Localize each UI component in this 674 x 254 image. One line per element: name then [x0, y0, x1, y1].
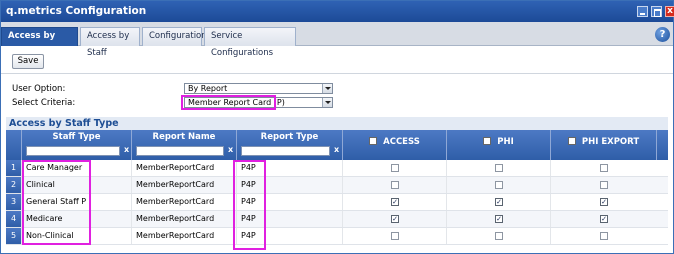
tab-configurations[interactable]: Configurations — [142, 27, 211, 46]
staff-type-filter-clear[interactable]: x — [124, 145, 129, 154]
row-number: 1 — [6, 160, 21, 176]
row-number: 3 — [6, 194, 21, 210]
column-phi[interactable]: PHI — [446, 130, 550, 160]
phi-export-cell: ✓ — [550, 194, 656, 210]
select-criteria-highlight — [181, 95, 276, 110]
phi-export-checkbox[interactable] — [600, 164, 608, 172]
select-criteria-label: Select Criteria: — [12, 98, 76, 108]
report-name-cell: MemberReportCard — [131, 228, 236, 244]
phi-cell — [446, 177, 550, 193]
phi-select-all-checkbox[interactable] — [483, 137, 492, 145]
report-name-cell: MemberReportCard — [131, 211, 236, 227]
table-row[interactable]: 2 Clinical MemberReportCard P4P — [6, 177, 668, 194]
table-row[interactable]: 3 General Staff P MemberReportCard P4P ✓ ✓ ✓ — [6, 194, 668, 211]
phi-checkbox[interactable]: ✓ — [495, 198, 503, 206]
user-option-select[interactable]: By Report — [184, 83, 333, 94]
phi-checkbox[interactable] — [495, 181, 503, 189]
save-button[interactable]: Save — [12, 54, 44, 69]
phi-export-cell — [550, 228, 656, 244]
row-number: 4 — [6, 211, 21, 227]
phi-export-header: PHI EXPORT — [581, 137, 640, 147]
phi-export-checkbox[interactable]: ✓ — [600, 198, 608, 206]
config-window: q.metrics Configuration x Access by Staf… — [0, 0, 674, 254]
row-number: 5 — [6, 228, 21, 244]
row-number-header — [6, 130, 21, 160]
table-row[interactable]: 5 Non-Clinical MemberReportCard P4P — [6, 228, 668, 245]
tab-access-by-staff[interactable]: Access by Staff — [80, 27, 140, 58]
phi-header: PHI — [497, 137, 514, 147]
access-checkbox[interactable]: ✓ — [391, 215, 399, 223]
access-cell: ✓ — [342, 194, 446, 210]
phi-cell — [446, 160, 550, 176]
column-report-type[interactable]: Report Type x — [236, 130, 342, 160]
tab-bar: Access by Staff Type Access by Staff Con… — [1, 22, 673, 58]
report-name-filter-clear[interactable]: x — [228, 145, 233, 154]
report-type-highlight — [233, 160, 266, 250]
table-row[interactable]: 4 Medicare MemberReportCard P4P ✓ ✓ ✓ — [6, 211, 668, 228]
column-phi-export[interactable]: PHI EXPORT — [550, 130, 656, 160]
phi-checkbox[interactable] — [495, 232, 503, 240]
phi-export-checkbox[interactable] — [600, 181, 608, 189]
column-report-name[interactable]: Report Name x — [131, 130, 236, 160]
phi-export-checkbox[interactable] — [600, 232, 608, 240]
access-cell: ✓ — [342, 211, 446, 227]
column-access[interactable]: ACCESS — [342, 130, 446, 160]
access-checkbox[interactable] — [391, 181, 399, 189]
access-cell — [342, 177, 446, 193]
report-name-filter-input[interactable] — [136, 146, 224, 156]
user-option-label: User Option: — [12, 84, 66, 94]
report-type-filter-input[interactable] — [241, 146, 330, 156]
access-header: ACCESS — [383, 137, 420, 147]
report-name-cell: MemberReportCard — [131, 160, 236, 176]
grid-header: Staff Type x Report Name x Report Type x… — [6, 130, 668, 160]
staff-type-highlight — [22, 160, 91, 245]
access-checkbox[interactable]: ✓ — [391, 198, 399, 206]
access-checkbox[interactable] — [391, 232, 399, 240]
chevron-down-icon[interactable] — [322, 84, 332, 93]
maximize-icon[interactable] — [651, 6, 662, 17]
phi-cell — [446, 228, 550, 244]
access-checkbox[interactable] — [391, 164, 399, 172]
close-icon[interactable]: x — [665, 6, 674, 17]
row-number: 2 — [6, 177, 21, 193]
toolbar: Save — [1, 47, 673, 74]
phi-cell: ✓ — [446, 211, 550, 227]
phi-export-cell: ✓ — [550, 211, 656, 227]
report-name-cell: MemberReportCard — [131, 194, 236, 210]
access-select-all-checkbox[interactable] — [369, 137, 378, 145]
staff-type-filter-input[interactable] — [26, 146, 120, 156]
phi-export-cell — [550, 177, 656, 193]
phi-checkbox[interactable] — [495, 164, 503, 172]
report-type-header: Report Type — [260, 132, 319, 142]
help-icon[interactable]: ? — [655, 27, 670, 42]
phi-export-checkbox[interactable]: ✓ — [600, 215, 608, 223]
tab-service-configurations[interactable]: Service Configurations — [204, 27, 296, 58]
chevron-down-icon[interactable] — [322, 98, 332, 107]
phi-cell: ✓ — [446, 194, 550, 210]
phi-export-select-all-checkbox[interactable] — [567, 137, 576, 145]
access-cell — [342, 228, 446, 244]
title-bar: q.metrics Configuration x — [1, 1, 674, 22]
staff-type-header: Staff Type — [52, 132, 101, 142]
user-option-value: By Report — [188, 84, 228, 93]
table-row[interactable]: 1 Care Manager MemberReportCard P4P — [6, 160, 668, 177]
section-title: Access by Staff Type — [6, 117, 668, 130]
minimize-icon[interactable] — [637, 6, 648, 17]
access-cell — [342, 160, 446, 176]
tab-access-by-staff-type[interactable]: Access by Staff Type — [1, 27, 78, 58]
phi-export-cell — [550, 160, 656, 176]
report-name-header: Report Name — [152, 132, 216, 142]
window-title: q.metrics Configuration — [6, 5, 147, 17]
phi-checkbox[interactable]: ✓ — [495, 215, 503, 223]
report-type-filter-clear[interactable]: x — [334, 145, 339, 154]
scrollbar-header — [656, 130, 668, 160]
column-staff-type[interactable]: Staff Type x — [21, 130, 131, 160]
report-name-cell: MemberReportCard — [131, 177, 236, 193]
